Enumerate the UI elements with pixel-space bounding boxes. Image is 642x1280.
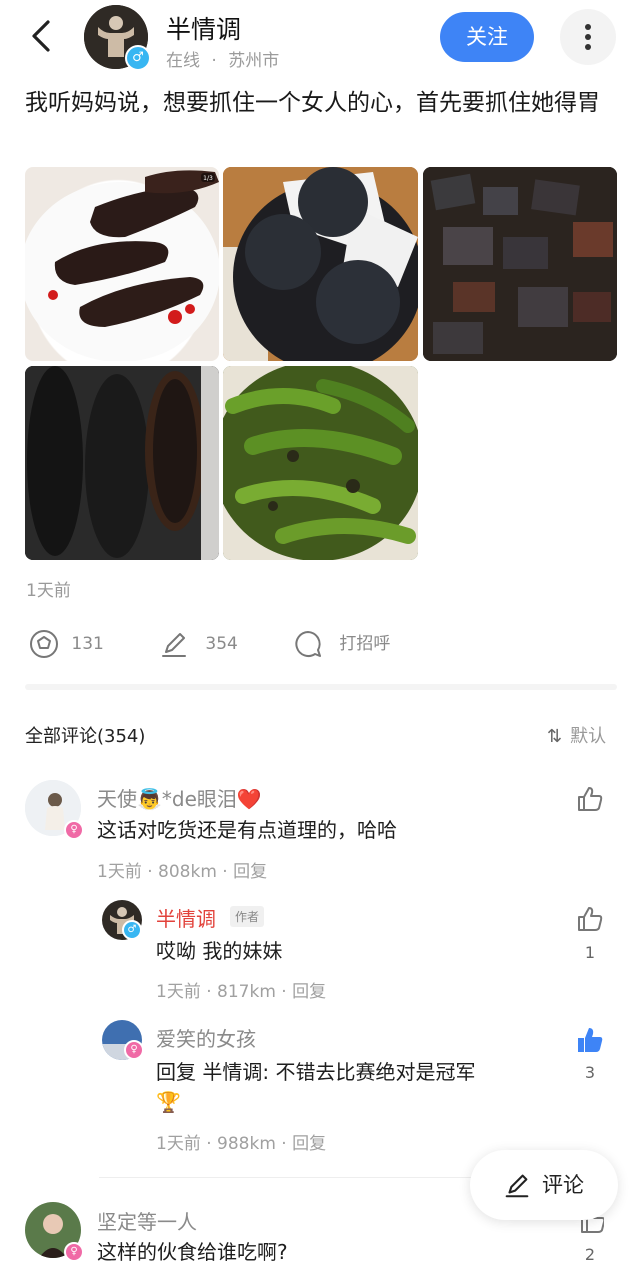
reply-meta[interactable]: 1天前 · 817km · 回复 — [156, 977, 326, 1002]
follow-button[interactable]: 关注 — [440, 12, 534, 62]
back-button[interactable] — [28, 16, 54, 56]
trophy-icon: 🏆 — [156, 1090, 181, 1114]
like-button[interactable] — [575, 904, 605, 938]
more-dot-icon — [585, 34, 591, 40]
like-count: 2 — [584, 1245, 596, 1264]
photo-charred-peppers[interactable] — [223, 366, 418, 560]
female-badge-icon: ♀ — [64, 820, 84, 840]
greet-label: 打招呼 — [339, 634, 391, 654]
comment-meta[interactable]: 1天前 · 808km · 回复 — [97, 857, 267, 882]
sort-icon: ⇅ — [547, 726, 563, 747]
separator-dot: · — [211, 51, 217, 71]
author-tag: 作者 — [230, 906, 265, 927]
chevron-left-icon — [32, 20, 50, 52]
write-comment-label: 评论 — [542, 1173, 584, 1197]
commenter-name[interactable]: 爱笑的女孩 — [156, 1023, 256, 1052]
share-icon — [30, 630, 58, 658]
like-button-active[interactable] — [575, 1025, 605, 1059]
male-badge-icon: ♂ — [125, 45, 151, 71]
reply-author-name[interactable]: 半情调 — [156, 903, 216, 932]
male-badge-icon: ♂ — [122, 920, 142, 940]
post-text: 我听妈妈说，想要抓住一个女人的心，首先要抓住她得胃 — [25, 90, 600, 116]
pencil-icon — [505, 1174, 529, 1198]
thumbs-up-icon — [578, 787, 603, 811]
more-dot-icon — [585, 44, 591, 50]
thumbs-up-filled-icon — [578, 1028, 603, 1052]
commenter-name[interactable]: 坚定等一人 — [97, 1206, 197, 1235]
share-count: 131 — [71, 634, 104, 654]
photo-burnt-pieces[interactable] — [423, 167, 617, 361]
reply-text: 哎呦 我的妹妹 — [156, 939, 283, 963]
reply-text-content: 回复 半情调: 不错去比赛绝对是冠军 — [156, 1060, 476, 1084]
female-badge-icon: ♀ — [124, 1040, 144, 1060]
status-line: 在线 · 苏州市 — [166, 46, 279, 71]
sort-button[interactable]: ⇅ 默认 — [547, 722, 606, 748]
comment-text: 这话对吃货还是有点道理的，哈哈 — [97, 818, 397, 842]
greet-button[interactable]: 打招呼 — [292, 627, 390, 661]
like-count: 1 — [584, 943, 596, 962]
female-badge-icon: ♀ — [64, 1242, 84, 1262]
write-comment-button[interactable]: 评论 — [470, 1150, 618, 1220]
like-count: 3 — [584, 1063, 596, 1082]
reply-text: 回复 半情调: 不错去比赛绝对是冠军 🏆 — [156, 1057, 556, 1117]
comment-count-button[interactable]: 354 — [158, 627, 238, 661]
like-button[interactable] — [575, 784, 605, 818]
more-dot-icon — [585, 24, 591, 30]
post-time: 1天前 — [26, 581, 71, 601]
photo-burnt-drumsticks[interactable]: 1/3 — [25, 167, 219, 361]
city: 苏州市 — [228, 51, 280, 71]
section-divider — [25, 684, 617, 690]
commenter-name[interactable]: 天使👼*de眼泪❤️ — [97, 783, 262, 812]
username[interactable]: 半情调 — [166, 10, 241, 46]
photo-burnt-corn[interactable] — [25, 366, 219, 560]
chat-bubble-icon — [295, 631, 321, 657]
reply-meta[interactable]: 1天前 · 988km · 回复 — [156, 1129, 326, 1154]
pencil-icon — [162, 633, 186, 657]
online-status: 在线 — [166, 51, 200, 71]
share-button[interactable]: 131 — [28, 627, 104, 661]
comment-text: 这样的伙食给谁吃啊? — [97, 1240, 288, 1264]
photo-burnt-buns[interactable] — [223, 167, 418, 361]
photo-count-badge: 1/3 — [203, 175, 213, 182]
comment-count: 354 — [205, 634, 238, 654]
comments-title: 全部评论(354) — [25, 726, 146, 747]
more-button[interactable] — [560, 9, 616, 65]
sort-label: 默认 — [570, 726, 607, 747]
thumbs-up-icon — [578, 907, 603, 931]
